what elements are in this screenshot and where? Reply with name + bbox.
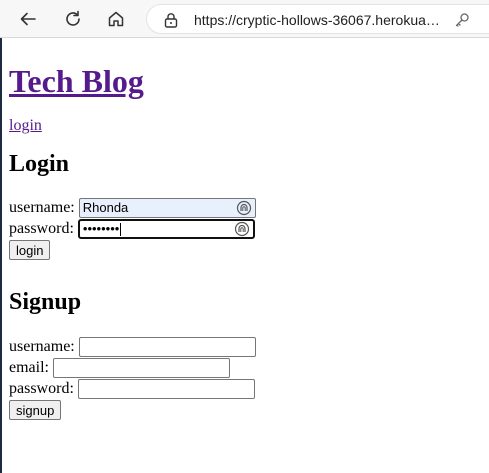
- signup-button[interactable]: signup: [9, 400, 62, 420]
- signup-username-label: username:: [9, 337, 75, 355]
- site-title: Tech Blog: [9, 62, 479, 100]
- reload-button[interactable]: [58, 4, 88, 34]
- signup-password-row: password:: [9, 378, 479, 399]
- login-button[interactable]: login: [9, 240, 51, 260]
- back-arrow-icon: [20, 12, 36, 26]
- signup-password-label: password:: [9, 379, 74, 397]
- login-password-value-wrap: ••••••••: [83, 220, 234, 238]
- signup-username-input[interactable]: [78, 336, 256, 357]
- login-heading: Login: [9, 151, 70, 177]
- signup-password-input[interactable]: [77, 378, 255, 399]
- site-title-link[interactable]: Tech Blog: [9, 63, 144, 99]
- key-icon[interactable]: [454, 12, 470, 28]
- reload-icon: [66, 10, 80, 26]
- password-manager-icon[interactable]: [234, 221, 250, 237]
- login-form: username: Rhonda password: •••••••• logi…: [9, 197, 479, 260]
- browser-toolbar: https://cryptic-hollows-36067.herokuapp.…: [0, 0, 489, 38]
- home-button[interactable]: [101, 4, 131, 34]
- signup-email-row: email:: [9, 357, 479, 378]
- login-nav-link[interactable]: login: [9, 117, 42, 134]
- back-button[interactable]: [13, 4, 43, 34]
- page-content: Tech Blog login Login username: Rhonda p…: [9, 38, 479, 420]
- signup-email-input[interactable]: [52, 357, 230, 378]
- home-icon: [108, 11, 124, 27]
- address-bar[interactable]: https://cryptic-hollows-36067.herokuapp.…: [146, 4, 489, 34]
- login-password-label: password:: [9, 219, 74, 237]
- login-username-input[interactable]: Rhonda: [78, 197, 256, 218]
- login-username-row: username: Rhonda: [9, 197, 479, 218]
- signup-username-row: username:: [9, 336, 479, 357]
- nav-links: login: [9, 117, 479, 135]
- login-password-value: ••••••••: [82, 220, 120, 236]
- lock-icon[interactable]: [164, 12, 178, 28]
- window-left-edge: [0, 0, 2, 473]
- login-username-value: Rhonda: [82, 199, 129, 215]
- url-text[interactable]: https://cryptic-hollows-36067.herokuapp.…: [194, 11, 444, 29]
- signup-heading: Signup: [9, 289, 82, 315]
- text-caret: [120, 222, 122, 236]
- login-password-input[interactable]: ••••••••: [77, 218, 255, 239]
- login-username-label: username:: [9, 198, 75, 216]
- signup-form: username: email: password: signup: [9, 336, 479, 420]
- login-password-row: password: ••••••••: [9, 218, 479, 239]
- password-manager-icon[interactable]: [236, 200, 252, 216]
- signup-email-label: email:: [9, 358, 49, 376]
